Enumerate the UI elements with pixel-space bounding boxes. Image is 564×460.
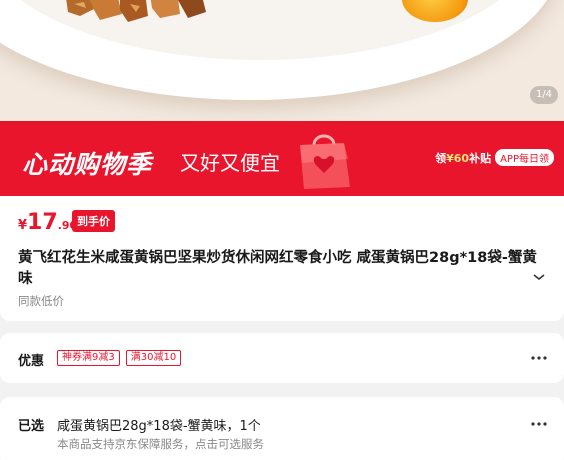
subsidy-text: 领¥60补贴 [435,151,492,165]
more-dots-icon[interactable] [530,421,548,427]
offers-row[interactable]: 优惠 神券满9减3 满30减10 [0,333,564,383]
shopping-bag-icon [300,134,350,189]
app-daily-tag: APP每日领 [495,149,554,166]
banner-subtitle: 又好又便宜 [180,151,280,175]
coupon-tag[interactable]: 满30减10 [125,350,182,366]
selected-spec-row[interactable]: 已选 咸蛋黄锅巴28g*18袋-蟹黄味，1个 本商品支持京东保障服务，点击可选服… [0,397,564,460]
offers-label: 优惠 [18,354,45,369]
coupon-list: 神券满9减3 满30减10 [57,350,182,366]
product-page: 1/4 心动购物季 又好又便宜 领¥60补贴 APP每日领 ¥ 17 .90 到… [0,0,564,460]
selected-spec-value: 咸蛋黄锅巴28g*18袋-蟹黄味，1个 [57,419,261,434]
more-dots-icon[interactable] [530,355,548,361]
coupon-tag[interactable]: 神券满9减3 [57,350,120,366]
final-price-tag: 到手价 [72,210,115,232]
subsidy-claim[interactable]: 领¥60补贴 APP每日领 [435,149,554,166]
crispy-snack-image [66,0,206,22]
gallery-page-indicator: 1/4 [530,86,558,104]
selected-label: 已选 [18,419,45,434]
service-note: 本商品支持京东保障服务，点击可选服务 [57,437,264,451]
banner-title: 心动购物季 [22,150,153,179]
price: ¥ 17 .90 [18,210,78,235]
same-low-price-label: 同款低价 [18,294,64,308]
product-image-gallery[interactable]: 1/4 [0,0,564,121]
product-title: 黄飞红花生米咸蛋黄锅巴坚果炒货休闲网红零食小吃 咸蛋黄锅巴28g*18袋-蟹黄味 [18,250,537,287]
price-card: ¥ 17 .90 到手价 黄飞红花生米咸蛋黄锅巴坚果炒货休闲网红零食小吃 咸蛋黄… [0,196,564,321]
promo-banner[interactable]: 心动购物季 又好又便宜 领¥60补贴 APP每日领 [0,121,564,196]
chevron-down-icon[interactable] [532,272,546,282]
